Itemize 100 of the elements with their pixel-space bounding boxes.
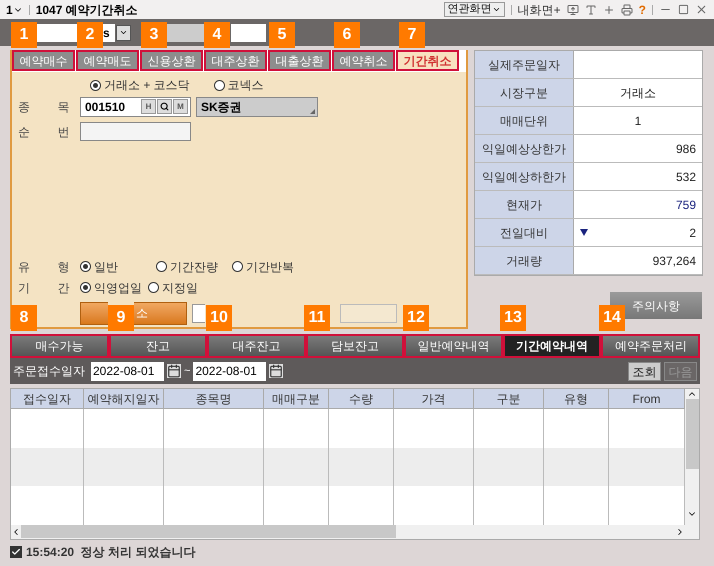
calendar-icon[interactable] [269,364,284,378]
number-badge: 4 [204,22,230,48]
horizontal-scrollbar[interactable] [11,524,685,539]
order-tab[interactable]: 예약매수 [12,50,75,71]
radio-button[interactable] [148,282,159,293]
number-badge: 3 [141,22,167,48]
search-icon [160,102,169,111]
plus-icon[interactable] [602,4,615,16]
number-badge: 8 [11,305,37,331]
field-label: 기 간 [18,280,70,296]
info-value: 937,264 [652,252,696,270]
info-value: 거래소 [620,84,656,102]
info-value: 986 [676,140,696,158]
account-field[interactable] [37,24,77,42]
number-badge: 13 [500,305,526,331]
code-button[interactable]: M [173,99,188,114]
filter-label: 주문접수일자 [13,363,85,380]
column-header: 유형 [544,389,609,408]
font-icon[interactable] [584,4,597,16]
number-badge: 10 [206,305,232,331]
stock-code: 001510 [85,98,126,116]
close-icon[interactable] [695,3,708,16]
info-label: 실제주문일자 [475,51,574,78]
print-icon[interactable] [620,4,633,16]
column-header: 구분 [474,389,544,408]
radio-button[interactable] [80,282,91,293]
data-tab[interactable]: 일반예약내역 [404,334,503,358]
info-label: 익일예상상한가 [475,135,574,162]
radio-button[interactable] [156,261,167,272]
my-screen-button[interactable]: 내화면+ [518,0,561,18]
status-message: 15:54:20 정상 처리 되었습니다 [26,544,196,561]
order-tab[interactable]: 예약매도 [76,50,139,71]
radio-button[interactable] [90,80,101,90]
radio-label: 지정일 [162,280,198,296]
side-button[interactable] [192,304,205,322]
date-field[interactable]: 2022-08-01 [91,362,164,380]
column-header: 가격 [394,389,474,408]
field-label: 순 번 [18,124,70,140]
data-tab[interactable]: 잔고 [108,334,208,358]
order-tab[interactable]: 예약취소 [332,50,395,71]
maximize-icon[interactable] [678,4,689,15]
info-label: 익일예상하한가 [475,163,574,190]
data-tab[interactable]: 기간예약내역 [502,334,602,358]
number-badge: 12 [403,305,429,331]
number-badge: 2 [77,22,103,48]
info-value: 1 [634,112,642,130]
data-tab[interactable]: 담보잔고 [306,334,404,358]
code-button[interactable]: H [141,99,156,114]
number-badge: 1 [11,22,37,48]
column-header: 종목명 [164,389,264,408]
column-header: 수량 [329,389,394,408]
radio-label: 기간반복 [246,258,294,276]
order-tab[interactable]: 신용상환 [140,50,203,71]
help-button[interactable]: ? [638,0,646,18]
stock-code-field[interactable]: 001510 H M [80,96,191,116]
related-screens-dropdown[interactable]: 연관화면 [444,2,505,17]
info-value: 532 [676,168,696,186]
order-tab[interactable]: 기간취소 [396,50,459,71]
date-field[interactable]: 2022-08-01 [193,362,266,380]
vertical-scrollbar[interactable] [685,389,699,539]
radio-button[interactable] [232,261,243,272]
calendar-icon[interactable] [167,364,181,378]
query-button[interactable]: 조회 [628,362,661,380]
data-tab[interactable]: 예약주문처리 [601,334,700,358]
radio-button[interactable] [80,261,91,272]
radio-button[interactable] [214,80,225,90]
password-field[interactable] [231,24,266,42]
screen-icon[interactable] [566,4,579,16]
name-field [167,24,204,42]
dropdown-button[interactable] [116,24,131,40]
search-button[interactable] [157,99,172,114]
screen-menu[interactable]: 1 [6,0,23,18]
sequence-field[interactable] [80,122,191,141]
stock-name-field[interactable]: SK증권 [196,96,318,116]
column-header: 예약해지일자 [84,389,164,408]
date-separator: ~ [184,364,190,379]
number-badge: 6 [334,22,360,48]
order-tab[interactable]: 대주상환 [204,50,267,71]
empty-field [340,304,397,322]
info-label: 매매단위 [475,107,574,134]
order-tab[interactable]: 대출상환 [268,50,331,71]
info-label: 시장구분 [475,79,574,106]
button-edge[interactable] [80,302,108,324]
data-tab[interactable]: 대주잔고 [207,334,306,358]
column-header: 매매구분 [264,389,329,408]
field-label: 유 형 [18,258,70,276]
window-title: 1047 예약기간취소 [36,2,138,18]
info-label: 전일대비 [475,219,574,246]
data-tab[interactable]: 매수가능 [10,334,109,358]
number-badge: 9 [108,305,134,331]
info-label: 현재가 [475,191,574,218]
caret-icon [492,5,501,14]
column-header: 접수일자 [11,389,84,408]
info-value: 2 [689,224,696,242]
radio-label: 거래소 + 코스닥 [104,77,190,94]
info-label: 거래량 [475,247,574,274]
number-badge: 5 [269,22,295,48]
field-text: s [103,24,115,42]
caret-icon [119,28,128,37]
field-label: 종 목 [18,98,70,116]
